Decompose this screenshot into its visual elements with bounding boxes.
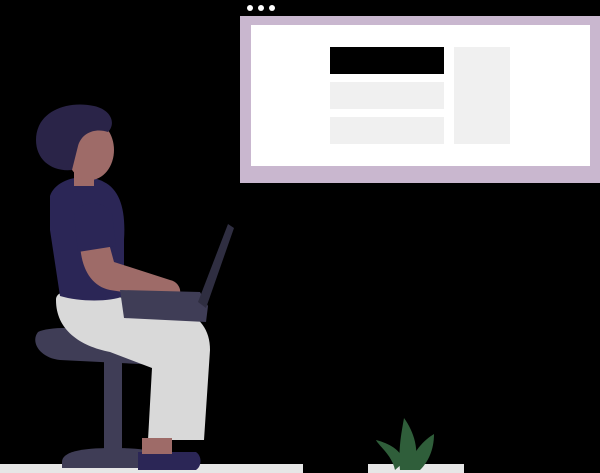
illustration-stage — [0, 0, 600, 473]
illustration-svg — [0, 16, 600, 473]
content-header-block — [330, 47, 444, 74]
sleeve — [74, 203, 116, 252]
content-placeholder-line — [330, 117, 444, 144]
browser-mockup — [240, 16, 600, 183]
ankle — [142, 438, 172, 454]
stool-post — [104, 360, 122, 450]
person — [36, 104, 210, 470]
content-placeholder-line — [330, 82, 444, 109]
laptop-screen — [198, 224, 234, 308]
content-sidebar-block — [454, 47, 510, 144]
laptop-base — [120, 290, 208, 322]
shoe — [138, 452, 201, 470]
plant-icon — [376, 418, 434, 470]
